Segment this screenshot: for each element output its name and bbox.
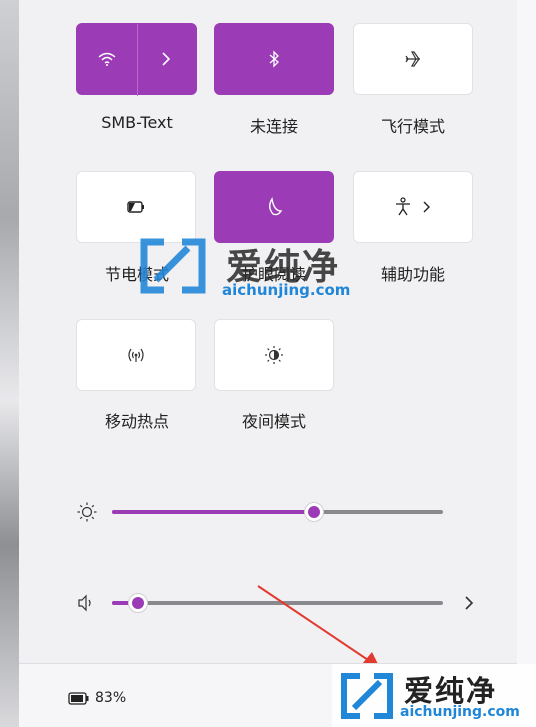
- chevron-right-icon: [423, 201, 430, 213]
- brightness-slider-fill: [112, 510, 314, 514]
- watermark-logo-small: [341, 673, 393, 719]
- watermark-url-small: aichunjing.com: [400, 704, 520, 720]
- airplane-mode-label: 飞行模式: [380, 117, 445, 136]
- wifi-toggle-button[interactable]: [77, 23, 137, 95]
- battery-saver-tile[interactable]: [76, 171, 196, 243]
- hotspot-icon: [128, 348, 144, 362]
- bluetooth-icon: [269, 50, 279, 68]
- battery-percentage: 83%: [95, 690, 127, 706]
- mobile-hotspot-label: 移动热点: [104, 412, 169, 431]
- brightness-icon: [77, 502, 97, 522]
- chevron-right-icon[interactable]: [464, 595, 474, 611]
- moon-icon: [269, 197, 283, 216]
- watermark-logo: [140, 238, 206, 294]
- bluetooth-label: 未连接: [249, 117, 298, 136]
- brightness-slider-thumb[interactable]: [303, 502, 324, 522]
- accessibility-tile[interactable]: [353, 171, 473, 243]
- desktop-background-edge: [0, 0, 19, 727]
- wifi-label: SMB-Text: [101, 113, 173, 132]
- battery-saver-icon: [127, 201, 144, 213]
- mobile-hotspot-tile[interactable]: [76, 319, 196, 391]
- eye-comfort-tile[interactable]: [214, 171, 334, 243]
- wifi-expand-button[interactable]: [137, 23, 197, 95]
- accessibility-icon: [396, 197, 410, 216]
- wifi-icon: [98, 52, 116, 66]
- airplane-mode-tile[interactable]: [353, 23, 473, 95]
- watermark-url: aichunjing.com: [222, 281, 351, 299]
- battery-icon: [68, 692, 89, 705]
- accessibility-label: 辅助功能: [380, 265, 445, 284]
- chevron-right-icon: [162, 52, 171, 66]
- wifi-tile[interactable]: [76, 23, 197, 96]
- tile-separator: [137, 24, 138, 96]
- night-mode-label: 夜间模式: [241, 412, 306, 431]
- volume-icon: [78, 594, 91, 612]
- airplane-icon: [405, 51, 420, 67]
- desktop-background-edge-right: [517, 0, 536, 727]
- night-mode-tile[interactable]: [214, 319, 334, 391]
- night-light-icon: [265, 346, 283, 364]
- bluetooth-tile[interactable]: [214, 23, 334, 95]
